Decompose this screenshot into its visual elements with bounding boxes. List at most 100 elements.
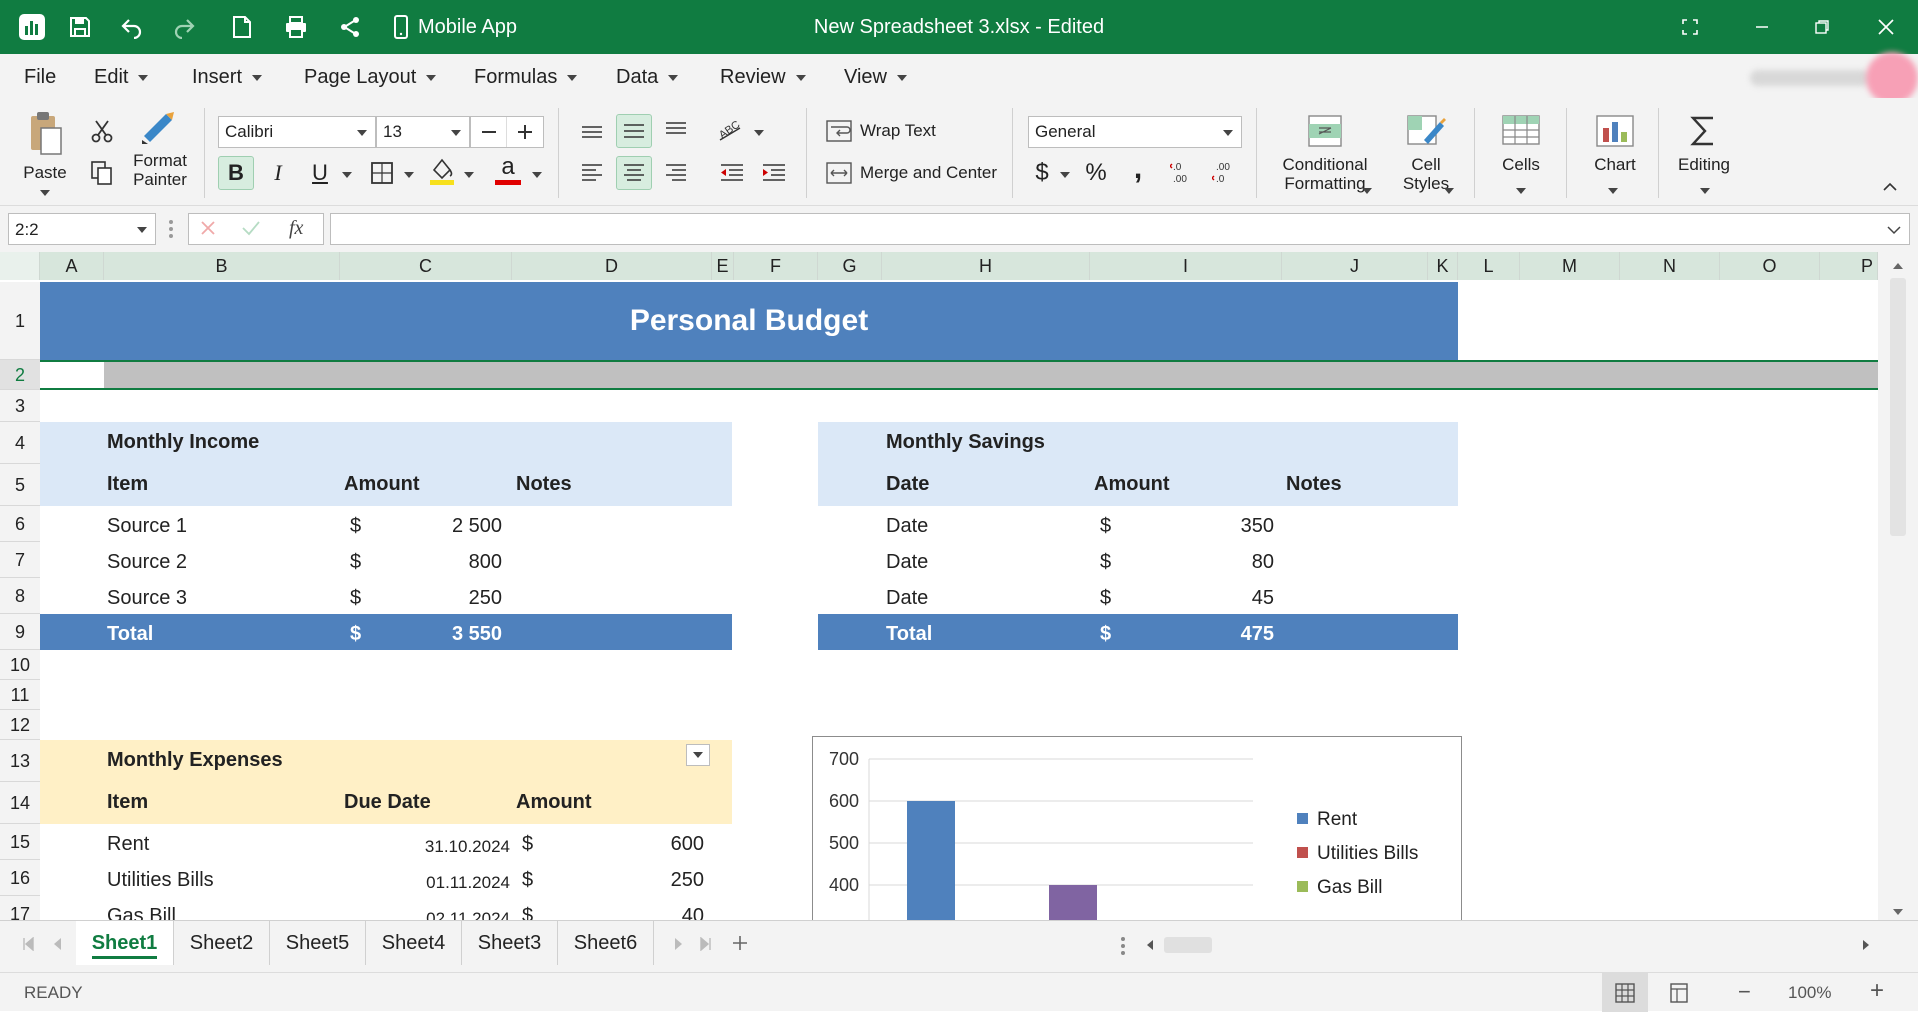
expense-amount[interactable]: 250 [600,870,704,890]
conditional-formatting-button[interactable]: Conditional Formatting [1270,114,1380,193]
currency-format-button[interactable]: $ [1024,156,1060,190]
row-header[interactable]: 7 [0,542,40,578]
row-header[interactable]: 4 [0,422,40,464]
sheet-tab[interactable]: Sheet3 [462,921,558,965]
font-name-select[interactable]: Calibri [218,116,376,148]
cancel-icon[interactable] [199,219,217,242]
font-size-select[interactable]: 13 [376,116,470,148]
sheet-tab[interactable]: Sheet6 [558,921,654,965]
print-icon[interactable] [276,0,316,54]
confirm-icon[interactable] [241,219,261,242]
fill-color-icon[interactable] [424,154,460,188]
column-header[interactable]: G [818,252,882,280]
cut-icon[interactable] [84,114,120,148]
row-header[interactable]: 15 [0,824,40,860]
font-color-button[interactable]: a [490,154,526,188]
select-all-corner[interactable] [0,252,40,280]
column-header[interactable]: M [1520,252,1620,280]
sheet-tab[interactable]: Sheet5 [270,921,366,965]
savings-currency[interactable]: $ [1100,588,1111,608]
redo-icon[interactable] [164,0,204,54]
next-sheet-icon[interactable] [674,937,684,951]
zoom-out-button[interactable]: − [1738,979,1751,1005]
column-header[interactable]: F [734,252,818,280]
income-currency[interactable]: $ [350,588,361,608]
align-right-icon[interactable] [658,156,694,190]
cells-button[interactable]: Cells [1490,114,1552,175]
row-header[interactable]: 6 [0,506,40,542]
expense-currency[interactable]: $ [522,834,533,854]
copy-icon[interactable] [84,156,120,190]
column-header[interactable]: O [1720,252,1820,280]
prev-sheet-icon[interactable] [52,937,62,951]
scroll-right-icon[interactable] [1862,939,1870,951]
number-format-select[interactable]: General [1028,116,1242,148]
income-currency[interactable]: $ [350,516,361,536]
align-center-icon[interactable] [616,156,652,190]
row-header[interactable]: 10 [0,650,40,680]
menu-file[interactable]: File [24,66,56,89]
column-header[interactable]: D [512,252,712,280]
align-bottom-icon[interactable] [658,114,694,148]
row-header[interactable]: 2 [0,360,40,390]
last-sheet-icon[interactable] [700,937,712,951]
expense-due[interactable]: 31.10.2024 [380,838,510,855]
collapse-ribbon-icon[interactable] [1872,170,1908,204]
menu-edit[interactable]: Edit [94,66,149,89]
row-header[interactable]: 1 [0,282,40,360]
expense-item[interactable]: Rent [107,834,149,854]
sheet-tab[interactable]: Sheet1 [76,921,174,965]
column-header[interactable]: K [1428,252,1458,280]
savings-amount[interactable]: 350 [1170,516,1274,536]
column-header[interactable]: H [882,252,1090,280]
expense-currency[interactable]: $ [522,870,533,890]
borders-icon[interactable] [364,156,400,190]
decrease-font-size-button[interactable] [471,117,507,147]
align-middle-icon[interactable] [616,114,652,148]
savings-amount[interactable]: 45 [1170,588,1274,608]
column-header[interactable]: B [104,252,340,280]
savings-date[interactable]: Date [886,552,928,572]
savings-currency[interactable]: $ [1100,516,1111,536]
column-header[interactable]: E [712,252,734,280]
column-header[interactable]: C [340,252,512,280]
filter-dropdown-icon[interactable] [686,744,710,766]
row-header[interactable]: 16 [0,860,40,896]
column-header[interactable]: L [1458,252,1520,280]
drag-handle-icon[interactable] [168,218,174,245]
text-orientation-icon[interactable]: ABC [712,112,748,146]
expand-formula-icon[interactable] [1887,225,1901,235]
row-header[interactable]: 14 [0,782,40,824]
expense-chart[interactable]: 700 600 500 400 Rent Utilities Bills Gas Bill [812,736,1462,920]
formula-input[interactable] [330,213,1910,245]
normal-view-icon[interactable] [1602,973,1648,1012]
sheet-tab[interactable]: Sheet2 [174,921,270,965]
italic-button[interactable]: I [260,156,296,190]
menu-data[interactable]: Data [616,66,679,89]
horizontal-scroll-thumb[interactable] [1164,937,1212,953]
close-icon[interactable] [1856,0,1916,54]
increase-decimal-icon[interactable]: .0.00 [1164,156,1200,190]
menu-review[interactable]: Review [720,66,806,89]
column-header[interactable]: A [40,252,104,280]
row-header[interactable]: 11 [0,680,40,710]
first-sheet-icon[interactable] [22,937,34,951]
expense-amount[interactable]: 40 [600,906,704,920]
increase-indent-icon[interactable] [756,156,792,190]
income-amount[interactable]: 2 500 [420,516,502,536]
align-left-icon[interactable] [574,156,610,190]
row-header[interactable]: 12 [0,710,40,740]
menu-page-layout[interactable]: Page Layout [304,66,437,89]
row-header[interactable]: 17 [0,896,40,920]
increase-font-size-button[interactable] [507,117,543,147]
comma-format-button[interactable]: , [1120,152,1156,186]
savings-currency[interactable]: $ [1100,552,1111,572]
mobile-app-button[interactable]: Mobile App [394,0,517,54]
cell-styles-button[interactable]: Cell Styles [1390,114,1462,193]
savings-amount[interactable]: 80 [1170,552,1274,572]
decrease-decimal-icon[interactable]: .00.0 [1206,156,1242,190]
zoom-in-button[interactable]: + [1870,977,1884,1005]
expense-due[interactable]: 01.11.2024 [380,874,510,891]
format-painter-button[interactable]: Format Painter [128,110,192,189]
income-amount[interactable]: 250 [420,588,502,608]
